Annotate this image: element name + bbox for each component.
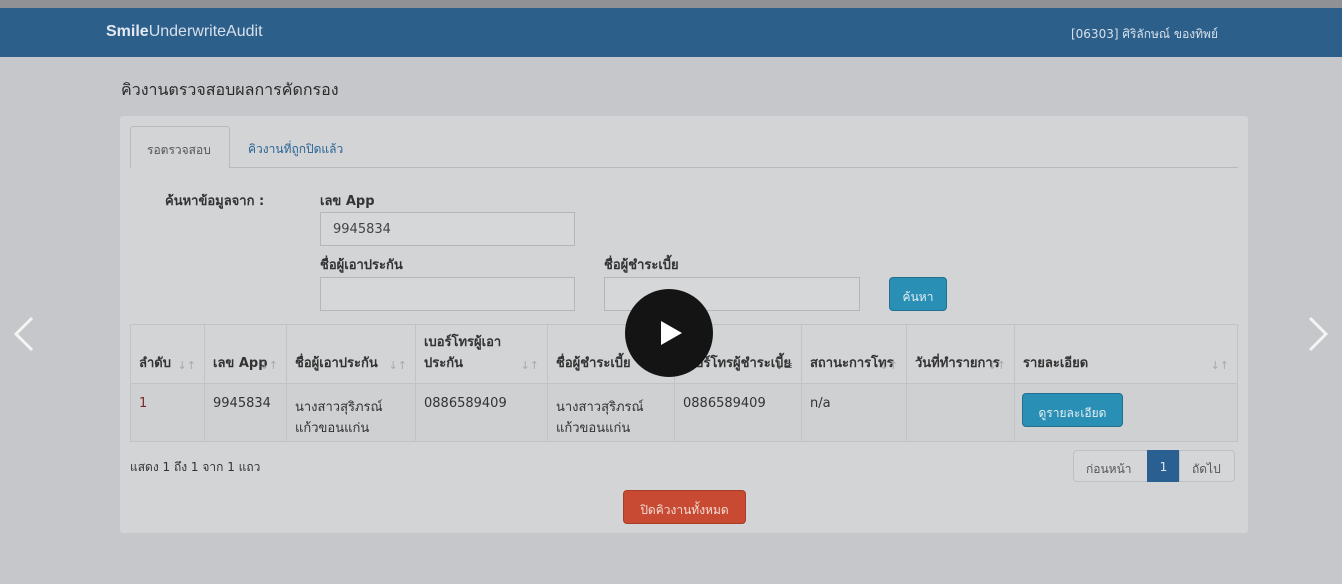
col-header-label: เบอร์โทรผู้เอาประกัน <box>424 335 502 371</box>
col-header-label: ชื่อผู้เอาประกัน <box>295 356 378 371</box>
app-number-input[interactable]: 9945834 <box>320 212 575 246</box>
sort-desc-icon: ↓≡ <box>774 359 793 372</box>
sort-icon: ↓↑ <box>520 359 539 372</box>
payer-name-label: ชื่อผู้ชำระเบี้ย <box>604 258 679 273</box>
insured-name-label: ชื่อผู้เอาประกัน <box>320 258 403 273</box>
app-brand[interactable]: SmileUnderwriteAudit <box>106 23 263 41</box>
col-header-insured[interactable]: ชื่อผู้เอาประกัน ↓↑ <box>286 324 416 384</box>
user-name[interactable]: [06303] ศิริลักษณ์ ของทิพย์ <box>1071 25 1218 44</box>
search-from-label: ค้นหาข้อมูลจาก : <box>165 194 265 209</box>
chevron-right-icon[interactable] <box>1302 314 1332 354</box>
play-icon[interactable] <box>625 289 713 377</box>
col-header-label: ชื่อผู้ชำระเบี้ย <box>556 356 631 371</box>
col-header-date[interactable]: วันที่ทำรายการ ↓↑ <box>906 324 1015 384</box>
search-button[interactable]: ค้นหา <box>889 277 947 311</box>
cell-date <box>906 383 1015 442</box>
col-header-label: รายละเอียด <box>1023 356 1089 371</box>
sort-icon: ↓↑ <box>259 359 278 372</box>
top-navbar: SmileUnderwriteAudit [06303] ศิริลักษณ์ … <box>0 8 1342 57</box>
brand-bold: Smile <box>106 23 149 40</box>
cell-app: 9945834 <box>204 383 287 442</box>
page-title: คิวงานตรวจสอบผลการคัดกรอง <box>121 80 339 99</box>
cell-insured-phone: 0886589409 <box>415 383 548 442</box>
brand-rest: UnderwriteAudit <box>148 23 263 40</box>
sort-icon: ↓↑ <box>987 359 1006 372</box>
browser-top-strip <box>0 0 1342 8</box>
cell-insured: นางสาวสุริภรณ์ แก้วขอนแก่น <box>286 383 416 442</box>
sort-icon: ↓↑ <box>388 359 407 372</box>
col-header-detail[interactable]: รายละเอียด ↓↑ <box>1014 324 1238 384</box>
pagination-next[interactable]: ถัดไป <box>1179 450 1235 482</box>
sort-icon: ↓↑ <box>879 359 898 372</box>
tab-pending[interactable]: รอตรวจสอบ <box>130 126 230 169</box>
pagination-page-1[interactable]: 1 <box>1147 450 1180 482</box>
sort-icon: ↓↑ <box>1210 359 1229 372</box>
insured-name-input[interactable] <box>320 277 575 311</box>
col-header-no[interactable]: ลำดับ ↓↑ <box>130 324 205 384</box>
pagination-prev[interactable]: ก่อนหน้า <box>1073 450 1148 482</box>
col-header-insured-phone[interactable]: เบอร์โทรผู้เอาประกัน ↓↑ <box>415 324 548 384</box>
tab-closed[interactable]: คิวงานที่ถูกปิดแล้ว <box>232 126 359 168</box>
app-number-label: เลข App <box>320 194 375 209</box>
cell-no: 1 <box>130 383 205 442</box>
cell-call-status: n/a <box>801 383 907 442</box>
chevron-left-icon[interactable] <box>10 314 40 354</box>
view-detail-button[interactable]: ดูรายละเอียด <box>1022 393 1123 427</box>
col-header-call-status[interactable]: สถานะการโทร ↓↑ <box>801 324 907 384</box>
col-header-label: ลำดับ <box>139 356 171 371</box>
cell-detail: ดูรายละเอียด <box>1014 383 1238 442</box>
cell-payer-phone: 0886589409 <box>674 383 802 442</box>
cell-payer: นางสาวสุริภรณ์ แก้วขอนแก่น <box>547 383 675 442</box>
close-all-queue-button[interactable]: ปิดคิวงานทั้งหมด <box>623 490 746 524</box>
table-row: 1 9945834 นางสาวสุริภรณ์ แก้วขอนแก่น 088… <box>130 383 1238 442</box>
col-header-app[interactable]: เลข App ↓↑ <box>204 324 287 384</box>
sort-icon: ↓↑ <box>177 359 196 372</box>
table-info: แสดง 1 ถึง 1 จาก 1 แถว <box>130 460 261 474</box>
tab-bar: รอตรวจสอบ คิวงานที่ถูกปิดแล้ว <box>130 126 1238 169</box>
pagination: ก่อนหน้า 1 ถัดไป <box>1073 450 1235 482</box>
